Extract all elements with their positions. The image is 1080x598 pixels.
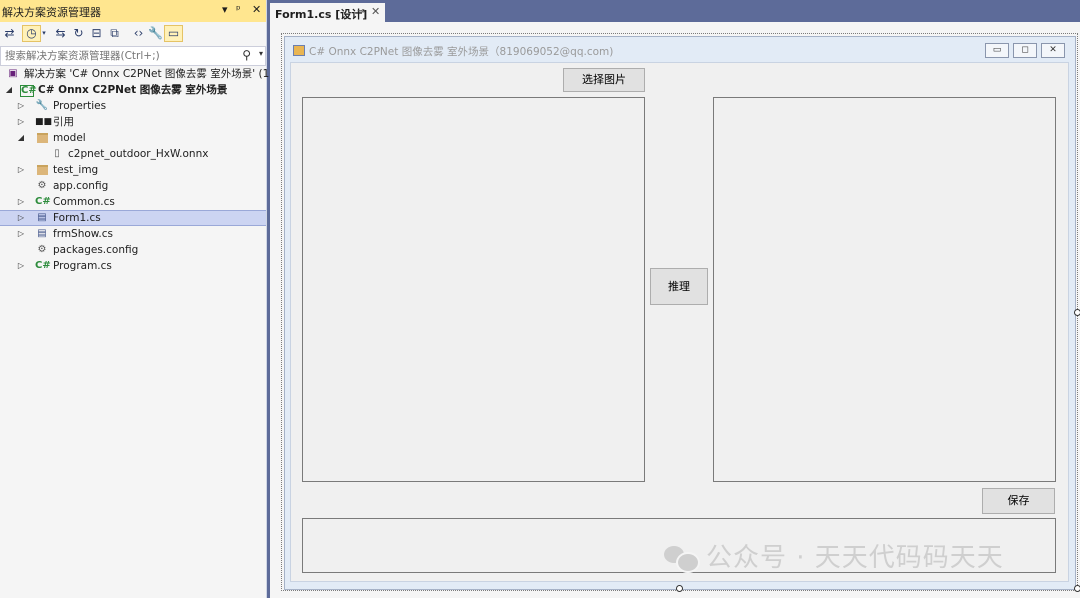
save-button[interactable]: 保存 <box>982 488 1055 514</box>
csharp-file-icon: C# <box>35 260 51 271</box>
expand-arrow-icon[interactable]: ▷ <box>16 98 26 114</box>
tree-item-properties[interactable]: ▷ 🔧 Properties <box>0 98 266 114</box>
search-icon[interactable]: ⚲ <box>242 48 251 62</box>
tree-item-test-img-folder[interactable]: ▷ test_img <box>0 162 266 178</box>
tree-item-app-config[interactable]: ⚙ app.config <box>0 178 266 194</box>
wechat-icon <box>664 544 700 573</box>
solution-explorer-title: 解决方案资源管理器 <box>2 6 101 19</box>
references-icon: ■■ <box>35 117 53 127</box>
result-picture-box <box>713 97 1056 482</box>
source-picture-box <box>302 97 645 482</box>
document-tab-strip: Form1.cs [设计] ⊸ ✕ <box>270 0 1080 22</box>
properties-wrench-icon[interactable]: 🔧 <box>147 25 164 42</box>
preview-selected-icon[interactable]: ▭ <box>164 25 183 42</box>
tab-close-icon[interactable]: ✕ <box>371 5 380 18</box>
show-all-files-icon[interactable]: ⧉ <box>106 25 123 42</box>
solution-icon: ▣ <box>8 68 18 79</box>
history-dropdown-icon[interactable]: ▾ <box>40 25 48 42</box>
tree-item-onnx-file[interactable]: ▯ c2pnet_outdoor_HxW.onnx <box>0 146 266 162</box>
expand-arrow-icon[interactable]: ▷ <box>16 162 26 178</box>
tree-item-frmshow-cs[interactable]: ▷ ▤ frmShow.cs <box>0 226 266 242</box>
switch-views-icon[interactable]: ⇄ <box>1 25 18 42</box>
search-options-dropdown-icon[interactable]: ▾ <box>259 49 263 58</box>
tree-item-common-cs[interactable]: ▷ C# Common.cs <box>0 194 266 210</box>
window-position-dropdown-icon[interactable]: ▾ <box>222 3 228 16</box>
wrench-icon: 🔧 <box>35 100 49 111</box>
tab-pin-icon[interactable]: ⊸ <box>357 6 365 17</box>
collapse-all-icon[interactable]: ⊟ <box>88 25 105 42</box>
minimize-button[interactable]: ▭ <box>985 43 1009 58</box>
solution-explorer-toolbar: ⇄ ◷ ▾ ⇆ ↻ ⊟ ⧉ ‹› 🔧 ▭ <box>0 22 266 47</box>
infer-button[interactable]: 推理 <box>650 268 708 305</box>
tree-item-solution[interactable]: ▣ 解决方案 'C# Onnx C2PNet 图像去雾 室外场景' (1 个项 <box>0 66 293 82</box>
pin-icon[interactable]: ᵖ <box>236 3 241 16</box>
view-code-icon[interactable]: ‹› <box>130 25 147 42</box>
history-icon[interactable]: ◷ <box>22 25 41 42</box>
tree-item-program-cs[interactable]: ▷ C# Program.cs <box>0 258 266 274</box>
tab-form1-designer[interactable]: Form1.cs [设计] ⊸ ✕ <box>270 3 385 22</box>
watermark: 公众号 · 天天代码码天天 <box>664 537 1004 574</box>
form-app-icon <box>293 45 305 56</box>
expand-arrow-icon[interactable]: ▷ <box>16 226 26 242</box>
collapse-arrow-icon[interactable]: ◢ <box>4 82 14 98</box>
tree-item-form1-cs[interactable]: ▷ ▤ Form1.cs <box>0 210 266 226</box>
tree-item-project[interactable]: ◢ C# C# Onnx C2PNet 图像去雾 室外场景 <box>0 82 266 98</box>
form-title: C# Onnx C2PNet 图像去雾 室外场景（819069052@qq.co… <box>293 44 613 59</box>
solution-explorer-search: ⚲ ▾ <box>0 46 266 66</box>
tree-item-packages-config[interactable]: ⚙ packages.config <box>0 242 266 258</box>
solution-explorer-title-bar: 解决方案资源管理器 ▾ ᵖ ✕ <box>0 0 266 22</box>
collapse-arrow-icon[interactable]: ◢ <box>16 130 26 146</box>
file-icon: ▯ <box>54 148 60 159</box>
refresh-icon[interactable]: ↻ <box>70 25 87 42</box>
resize-handle-right[interactable] <box>1074 309 1080 316</box>
config-file-icon: ⚙ <box>37 180 47 191</box>
config-file-icon: ⚙ <box>37 244 47 255</box>
csharp-file-icon: C# <box>35 196 51 207</box>
tree-item-references[interactable]: ▷ ■■ 引用 <box>0 114 266 130</box>
form-icon: ▤ <box>37 228 47 239</box>
close-button[interactable]: ✕ <box>1041 43 1065 58</box>
expand-arrow-icon[interactable]: ▷ <box>16 211 26 225</box>
close-icon[interactable]: ✕ <box>252 3 261 16</box>
form-icon: ▤ <box>37 212 47 223</box>
select-image-button[interactable]: 选择图片 <box>563 68 645 92</box>
expand-arrow-icon[interactable]: ▷ <box>16 114 26 130</box>
tree-item-model-folder[interactable]: ◢ model <box>0 130 266 146</box>
sync-icon[interactable]: ⇆ <box>52 25 69 42</box>
expand-arrow-icon[interactable]: ▷ <box>16 258 26 274</box>
csharp-project-icon: C# <box>20 85 37 97</box>
search-input[interactable] <box>3 48 237 64</box>
maximize-button[interactable]: ◻ <box>1013 43 1037 58</box>
resize-handle-bottom[interactable] <box>676 585 683 592</box>
expand-arrow-icon[interactable]: ▷ <box>16 194 26 210</box>
solution-explorer-panel: 解决方案资源管理器 ▾ ᵖ ✕ ⇄ ◷ ▾ ⇆ ↻ ⊟ ⧉ ‹› 🔧 ▭ ⚲ ▾… <box>0 0 294 598</box>
resize-handle-corner[interactable] <box>1074 585 1080 592</box>
